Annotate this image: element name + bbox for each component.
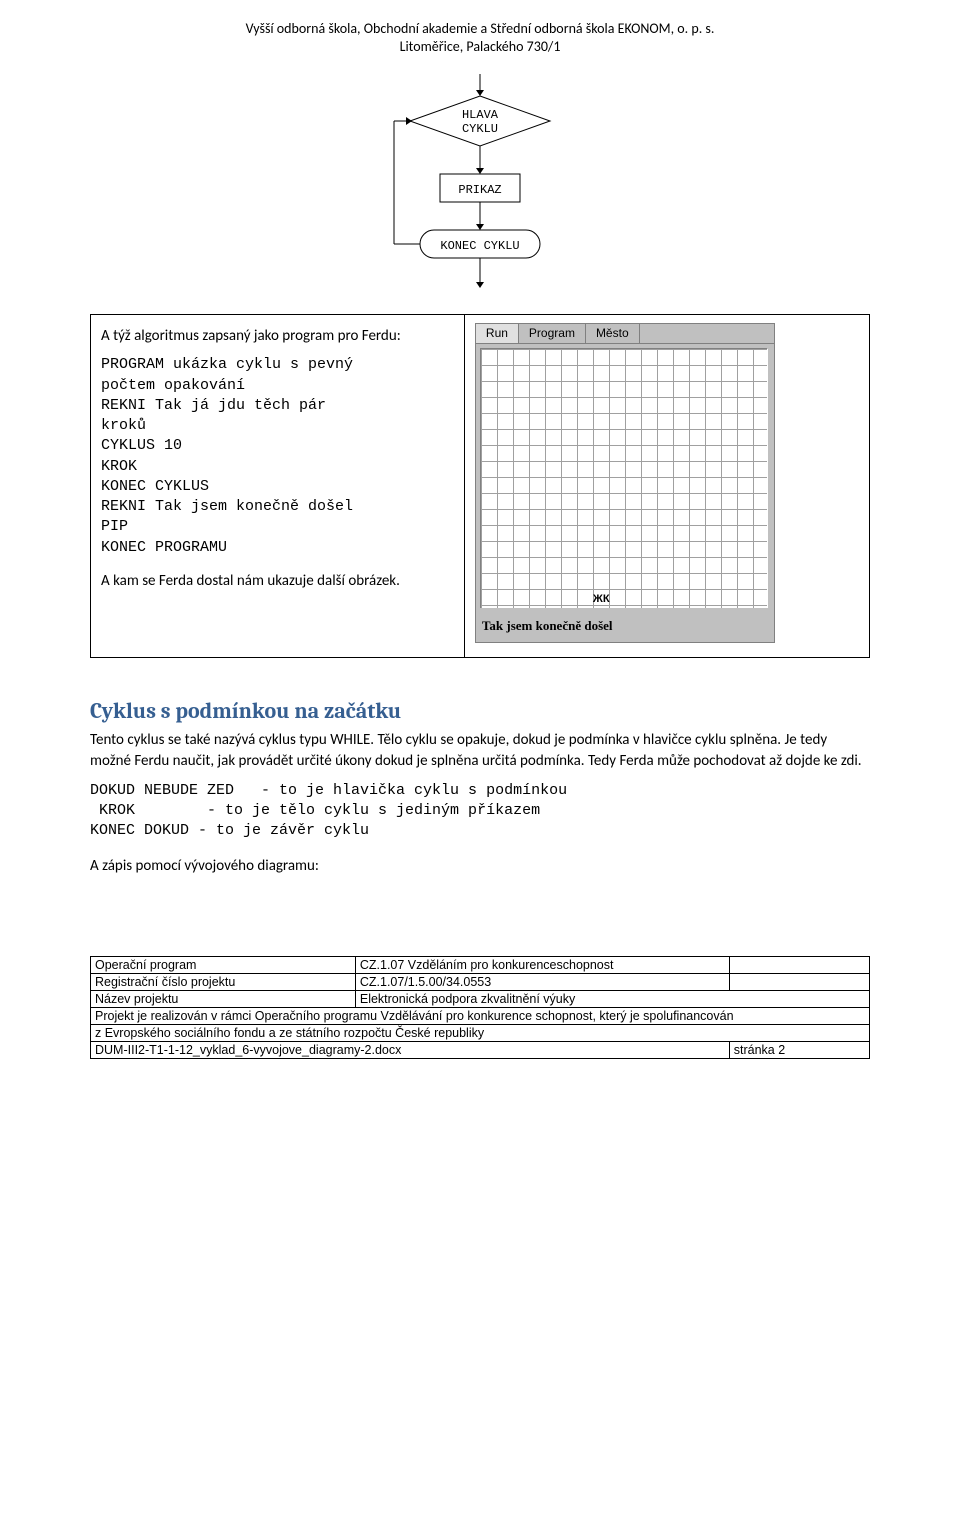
closing-para: A zápis pomocí vývojového diagramu: (90, 856, 870, 876)
grid-canvas: ЖК (480, 348, 768, 608)
menu-run[interactable]: Run (476, 324, 519, 343)
footer-cell-blank0 (729, 956, 869, 973)
robot-icon: ЖК (593, 594, 607, 604)
footer-pagenum: stránka 2 (729, 1041, 869, 1058)
flowchart: HLAVA CYKLU PRIKAZ KONEC CYKLU (370, 74, 590, 294)
doc-header: Vyšší odborná škola, Obchodní akademie a… (90, 20, 870, 56)
footer-cell-l2: Název projektu (91, 990, 356, 1007)
outro-para: A kam se Ferda dostal nám ukazuje další … (101, 572, 454, 590)
grid-area: ЖК (476, 344, 774, 612)
code-block-2: DOKUD NEBUDE ZED - to je hlavička cyklu … (90, 781, 870, 842)
ferda-app-window: Run Program Město ЖК Tak jsem konečně do… (475, 323, 775, 643)
intro-para: A týž algoritmus zapsaný jako program pr… (101, 327, 454, 345)
header-line-2: Litoměřice, Palackého 730/1 (90, 38, 870, 56)
footer-note1: Projekt je realizován v rámci Operačního… (91, 1007, 870, 1024)
footer-cell-r2: Elektronická podpora zkvalitnění výuky (355, 990, 869, 1007)
footer-table: Operační program CZ.1.07 Vzděláním pro k… (90, 956, 870, 1059)
section-body: Tento cyklus se také nazývá cyklus typu … (90, 730, 870, 771)
footer-note2: z Evropského sociálního fondu a ze státn… (91, 1024, 870, 1041)
footer-cell-r0: CZ.1.07 Vzděláním pro konkurenceschopnos… (355, 956, 729, 973)
flowchart-svg: HLAVA CYKLU PRIKAZ KONEC CYKLU (380, 74, 580, 294)
menu-mesto[interactable]: Město (586, 324, 640, 343)
svg-text:CYKLU: CYKLU (462, 122, 498, 136)
svg-text:HLAVA: HLAVA (462, 108, 499, 122)
footer-cell-l0: Operační program (91, 956, 356, 973)
menu-program[interactable]: Program (519, 324, 586, 343)
svg-text:KONEC CYKLU: KONEC CYKLU (440, 239, 519, 253)
menubar: Run Program Město (476, 324, 774, 344)
footer-cell-blank1 (729, 973, 869, 990)
svg-text:PRIKAZ: PRIKAZ (458, 183, 501, 197)
section-title: Cyklus s podmínkou na začátku (90, 698, 870, 724)
footer-filename: DUM-III2-T1-1-12_vyklad_6-vyvojove_diagr… (91, 1041, 730, 1058)
code-and-output-block: A týž algoritmus zapsaný jako program pr… (90, 314, 870, 658)
header-line-1: Vyšší odborná škola, Obchodní akademie a… (90, 20, 870, 38)
code-block-1: PROGRAM ukázka cyklu s pevný počtem opak… (101, 355, 454, 558)
footer-cell-r1: CZ.1.07/1.5.00/34.0553 (355, 973, 729, 990)
footer-cell-l1: Registrační číslo projektu (91, 973, 356, 990)
status-bar: Tak jsem konečně došel (476, 612, 774, 642)
